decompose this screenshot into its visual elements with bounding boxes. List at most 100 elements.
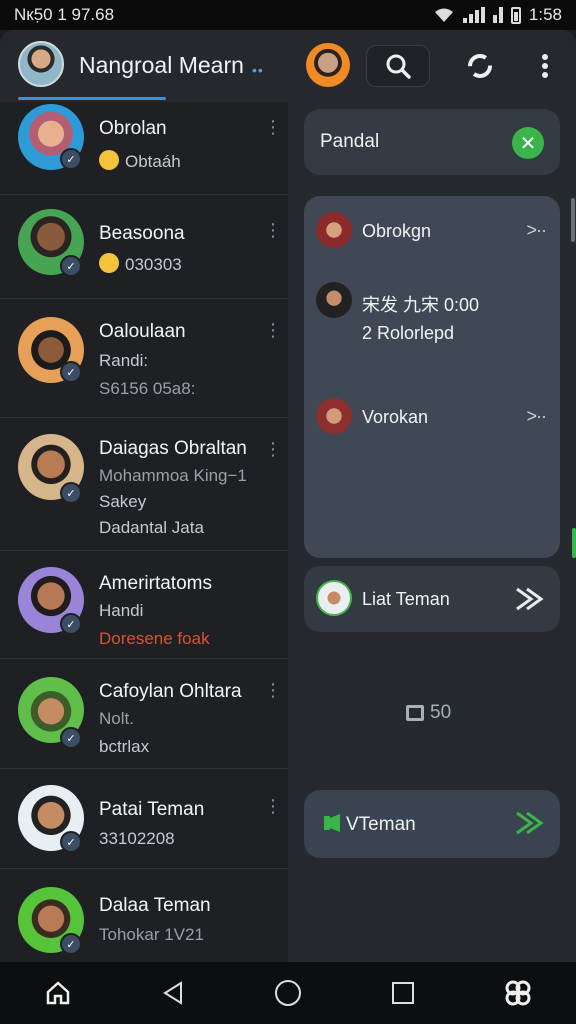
avatar <box>316 282 352 318</box>
item-sub: 2 Rolorlepd <box>362 323 455 343</box>
chat-preview-3: Dadantal Jata <box>99 518 204 537</box>
avatar <box>316 580 352 616</box>
chevron-right-icon[interactable]: >·· <box>527 220 547 241</box>
chat-preview: Randi: <box>99 351 149 370</box>
chat-name: Amerirtatoms <box>99 573 212 594</box>
chat-name: Oaloulaan <box>99 321 186 342</box>
chat-count-icon <box>406 705 424 721</box>
chat-menu-button[interactable]: ⋮ <box>264 321 282 339</box>
list-item: Liat Teman <box>316 580 548 620</box>
item-label: 宋发 九宋 0:00 <box>362 295 480 315</box>
sync-icon <box>468 54 492 78</box>
pandal-card[interactable]: Pandal ✕ <box>304 109 560 175</box>
sync-button[interactable] <box>458 44 502 88</box>
verified-badge: ✓ <box>60 831 82 853</box>
list-item-sub: 2 Rolorlepd <box>316 316 548 356</box>
chat-row[interactable]: ✓ Obrolan Obtaáh ⋮ <box>0 102 288 195</box>
battery-icon <box>510 6 521 24</box>
app-logo-icon <box>505 980 531 1006</box>
search-button[interactable] <box>366 45 430 87</box>
status-icons: 1:58 <box>433 5 562 25</box>
chat-menu-button[interactable]: ⋮ <box>264 797 282 815</box>
chat-menu-button[interactable]: ⋮ <box>264 681 282 699</box>
chat-menu-button[interactable]: ⋮ <box>264 221 282 239</box>
profile-avatar[interactable] <box>18 41 64 87</box>
view-friends-card[interactable]: Liat Teman <box>304 566 560 632</box>
list-item[interactable]: Vorokan >·· <box>316 398 548 438</box>
back-button[interactable] <box>153 973 193 1013</box>
chat-name: Cafoylan Ohltara <box>99 681 242 702</box>
send-icon[interactable] <box>514 810 546 836</box>
more-button[interactable] <box>530 48 560 84</box>
status-time: 1:58 <box>528 5 562 24</box>
chat-preview: 030303 <box>99 253 182 275</box>
chat-preview: Mohammoa King−1 <box>99 466 247 485</box>
contact-avatar[interactable] <box>306 43 350 87</box>
close-icon[interactable]: ✕ <box>512 127 544 159</box>
chat-name: Dalaa Teman <box>99 895 211 916</box>
chat-name: Daiagas Obraltan <box>99 438 247 459</box>
home-icon <box>46 981 69 1005</box>
chat-preview-2: Sakey <box>99 492 147 511</box>
chat-name: Obrolan <box>99 118 167 139</box>
verified-badge: ✓ <box>60 613 82 635</box>
item-label: Obrokgn <box>362 221 432 241</box>
chat-preview: Nolt. <box>99 709 134 728</box>
chat-menu-button[interactable]: ⋮ <box>264 118 282 136</box>
title-dots: •• <box>252 62 264 78</box>
chat-preview: Handi <box>99 601 144 620</box>
chat-row[interactable]: ✓ Amerirtatoms Handi Doresene foak <box>0 551 288 659</box>
chat-row[interactable]: ✓ Cafoylan Ohltara Nolt. bctrlax ⋮ <box>0 659 288 769</box>
page-title: Nangroal Mearn <box>79 52 244 78</box>
counter-value: 50 <box>430 702 452 723</box>
chat-preview-2: S6156 05a8: <box>99 379 196 398</box>
emoji-icon <box>99 150 119 170</box>
wifi-icon <box>434 8 453 22</box>
chat-name: Beasoona <box>99 223 185 244</box>
verified-badge: ✓ <box>60 148 82 170</box>
status-bar: Nк5̣0 1 97.68 1:58 <box>0 0 576 30</box>
item-label: VTeman <box>346 814 416 835</box>
chat-preview: 33102208 <box>99 829 175 848</box>
active-tab-indicator <box>18 97 166 100</box>
chat-preview-2: bctrlax <box>99 737 150 756</box>
app-logo-button[interactable] <box>498 973 538 1013</box>
scrollbar[interactable] <box>571 198 575 242</box>
system-navbar <box>0 962 576 1024</box>
chat-row[interactable]: ✓ Daiagas Obraltan Mohammoa King−1 Sakey… <box>0 418 288 551</box>
list-item[interactable]: Obrokgn >·· <box>316 212 548 252</box>
conversation-card: Obrokgn >·· 宋发 九宋 0:00 2 Rolorlepd Vorok… <box>304 196 560 558</box>
voice-friend-card[interactable]: VTeman <box>304 790 560 858</box>
chat-row[interactable]: ✓ Oaloulaan Randi: S6156 05a8: ⋮ <box>0 299 288 418</box>
chat-menu-button[interactable]: ⋮ <box>264 440 282 458</box>
chat-name: Patai Teman <box>99 799 205 820</box>
chat-row[interactable]: ✓ Patai Teman 33102208 ⋮ <box>0 769 288 869</box>
home-button[interactable] <box>38 973 78 1013</box>
pandal-label: Pandal <box>320 131 380 152</box>
counter: 50 <box>406 702 451 724</box>
chat-row[interactable]: ✓ Dalaa Teman Tohokar 1V21 <box>0 869 288 962</box>
emoji-icon <box>99 253 119 273</box>
item-label: Liat Teman <box>362 589 450 609</box>
signal-icon <box>462 7 485 23</box>
chat-preview: Tohokar 1V21 <box>99 925 204 944</box>
verified-badge: ✓ <box>60 255 82 277</box>
chat-preview: Obtaáh <box>99 150 181 172</box>
avatar <box>316 212 352 248</box>
send-icon[interactable] <box>514 586 546 612</box>
system-home-button[interactable] <box>268 973 308 1013</box>
item-label: Vorokan <box>362 407 429 427</box>
chat-list: ✓ Obrolan Obtaáh ⋮ ✓ Beasoona 030303 ⋮ ✓… <box>0 102 288 962</box>
more-icon <box>542 54 548 78</box>
chat-preview-2: Doresene foak <box>99 629 210 648</box>
back-icon <box>162 981 182 1005</box>
chevron-right-icon[interactable]: >·· <box>527 406 547 427</box>
verified-badge: ✓ <box>60 727 82 749</box>
status-indicator <box>572 528 576 558</box>
status-left: Nк5̣0 1 97.68 <box>14 5 115 24</box>
app-bar: Nangroal Mearn •• <box>0 30 576 102</box>
chat-row[interactable]: ✓ Beasoona 030303 ⋮ <box>0 195 288 299</box>
search-icon <box>386 54 411 79</box>
recents-button[interactable] <box>383 973 423 1013</box>
signal-icon-2 <box>492 7 503 23</box>
